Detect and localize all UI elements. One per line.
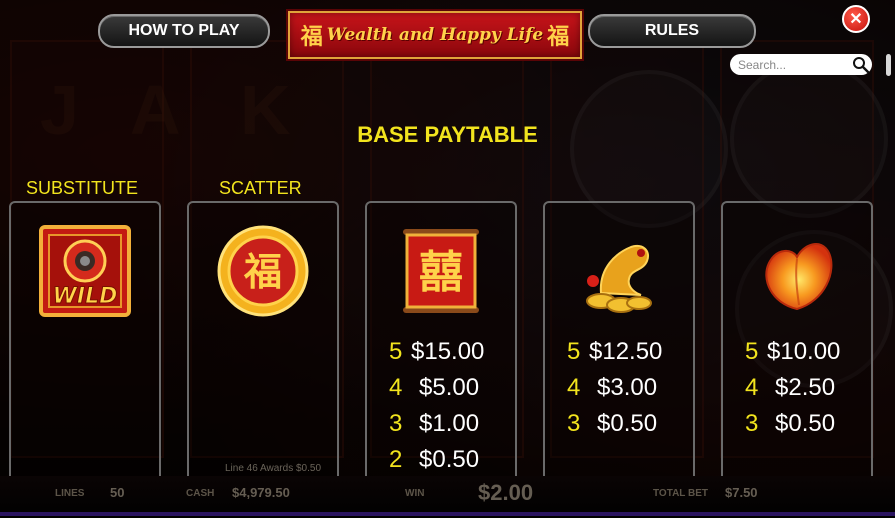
pay-count: 3 bbox=[745, 410, 759, 437]
fu-glyph-right: 福 bbox=[547, 24, 570, 50]
paytable-pays-golden-dragon: 5 $12.50 4 $3.00 3 $0.50 bbox=[567, 338, 662, 446]
pay-value: $10.00 bbox=[767, 338, 841, 365]
pay-count: 2 bbox=[389, 446, 403, 473]
pay-value: $0.50 bbox=[775, 410, 836, 437]
pay-count: 4 bbox=[745, 374, 759, 401]
scatter-glyph: 福 bbox=[243, 249, 282, 294]
paytable-card-peach: 5 $10.00 4 $2.50 3 $0.50 bbox=[721, 201, 873, 491]
total-bet-value: $7.50 bbox=[725, 485, 758, 500]
pay-value: $12.50 bbox=[589, 338, 663, 365]
pay-value: $2.50 bbox=[775, 374, 836, 401]
pay-count: 3 bbox=[389, 410, 403, 437]
paytable-pays-peach: 5 $10.00 4 $2.50 3 $0.50 bbox=[745, 338, 840, 446]
close-icon[interactable]: ✕ bbox=[842, 5, 870, 33]
pay-row: 4 $2.50 bbox=[745, 374, 840, 410]
golden-dragon-icon bbox=[586, 245, 652, 313]
lines-value: 50 bbox=[110, 485, 125, 500]
pay-value: $5.00 bbox=[419, 374, 480, 401]
lines-label: LINES bbox=[55, 488, 85, 499]
pay-value: $0.50 bbox=[419, 446, 480, 473]
game-title: Wealth and Happy Life bbox=[326, 25, 544, 45]
status-bar-border bbox=[0, 512, 895, 516]
game-title-banner: 福 Wealth and Happy Life 福 bbox=[288, 11, 582, 59]
pay-count: 3 bbox=[567, 410, 581, 437]
pay-row: 5 $10.00 bbox=[745, 338, 840, 374]
peach-icon bbox=[765, 243, 833, 311]
pay-row: 4 $5.00 bbox=[389, 374, 484, 410]
pay-row: 4 $3.00 bbox=[567, 374, 662, 410]
pay-row: 5 $12.50 bbox=[567, 338, 662, 374]
pay-count: 4 bbox=[567, 374, 581, 401]
scrollbar[interactable] bbox=[886, 54, 891, 76]
double-happiness-glyph: 囍 bbox=[419, 247, 463, 298]
pay-count: 5 bbox=[745, 338, 759, 365]
scatter-coin-icon: 福 bbox=[217, 225, 309, 317]
paytable-card-golden-dragon: 5 $12.50 4 $3.00 3 $0.50 bbox=[543, 201, 695, 491]
pay-row: 3 $1.00 bbox=[389, 410, 484, 446]
double-happiness-icon: 囍 bbox=[403, 229, 479, 313]
wild-symbol-icon: WILD bbox=[39, 225, 131, 317]
pay-row: 3 $0.50 bbox=[745, 410, 840, 446]
line-awards-text: Line 46 Awards $0.50 bbox=[225, 463, 322, 474]
pay-value: $0.50 bbox=[597, 410, 658, 437]
fu-glyph-left: 福 bbox=[300, 24, 323, 50]
search-box bbox=[730, 54, 872, 75]
pay-value: $1.00 bbox=[419, 410, 480, 437]
pay-count: 4 bbox=[389, 374, 403, 401]
pay-row: 5 $15.00 bbox=[389, 338, 484, 374]
pay-count: 5 bbox=[567, 338, 581, 365]
win-label: WIN bbox=[405, 488, 425, 499]
cash-value: $4,979.50 bbox=[232, 485, 290, 500]
pay-value: $3.00 bbox=[597, 374, 658, 401]
pay-value: $15.00 bbox=[411, 338, 485, 365]
scatter-label: SCATTER bbox=[219, 178, 302, 198]
paytable-pays-double-happiness: 5 $15.00 4 $5.00 3 $1.00 2 $0.50 bbox=[389, 338, 484, 482]
how-to-play-button[interactable]: HOW TO PLAY bbox=[98, 14, 270, 48]
wild-symbol-text: WILD bbox=[53, 284, 118, 309]
substitute-label: SUBSTITUTE bbox=[26, 178, 139, 198]
pay-row: 3 $0.50 bbox=[567, 410, 662, 446]
cash-label: CASH bbox=[186, 488, 215, 499]
paytable-card-scatter: 福 bbox=[187, 201, 339, 491]
paytable-card-double-happiness: 囍 5 $15.00 4 $5.00 3 $1.00 2 $0.50 bbox=[365, 201, 517, 491]
total-bet-label: TOTAL BET bbox=[653, 488, 708, 499]
pay-count: 5 bbox=[389, 338, 403, 365]
paytable-heading: BASE PAYTABLE bbox=[357, 122, 538, 147]
search-input[interactable] bbox=[736, 56, 850, 73]
search-icon[interactable] bbox=[852, 56, 870, 74]
rules-button[interactable]: RULES bbox=[588, 14, 756, 48]
paytable-card-wild: WILD bbox=[9, 201, 161, 491]
win-value: $2.00 bbox=[478, 480, 534, 505]
